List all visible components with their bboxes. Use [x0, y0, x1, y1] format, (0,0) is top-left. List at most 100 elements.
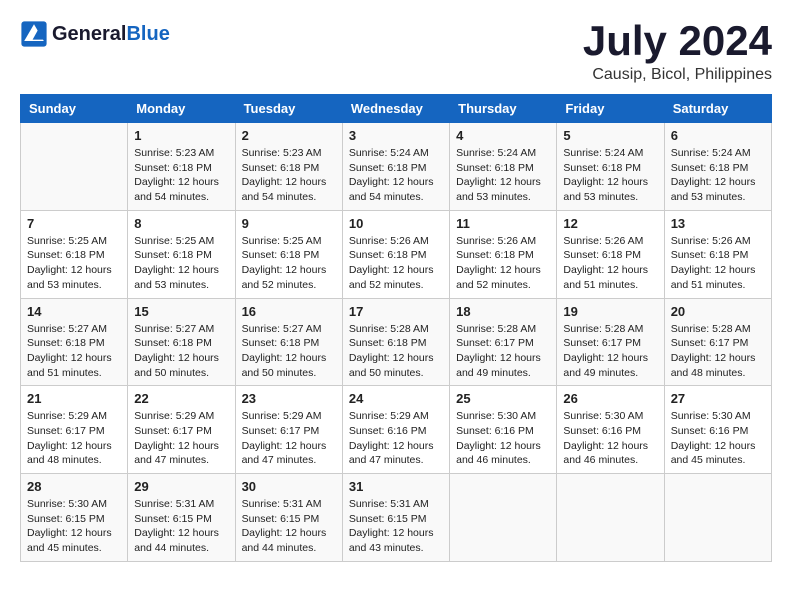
- calendar-cell: 23Sunrise: 5:29 AMSunset: 6:17 PMDayligh…: [235, 386, 342, 474]
- day-number: 20: [671, 304, 765, 319]
- day-info: Sunrise: 5:30 AMSunset: 6:16 PMDaylight:…: [563, 409, 657, 468]
- day-number: 25: [456, 391, 550, 406]
- day-info: Sunrise: 5:27 AMSunset: 6:18 PMDaylight:…: [27, 322, 121, 381]
- logo-line2: Blue: [126, 23, 169, 45]
- day-number: 12: [563, 216, 657, 231]
- day-info: Sunrise: 5:25 AMSunset: 6:18 PMDaylight:…: [242, 234, 336, 293]
- day-number: 26: [563, 391, 657, 406]
- calendar-cell: 30Sunrise: 5:31 AMSunset: 6:15 PMDayligh…: [235, 474, 342, 562]
- month-title: July 2024: [583, 20, 772, 62]
- day-info: Sunrise: 5:24 AMSunset: 6:18 PMDaylight:…: [456, 146, 550, 205]
- location: Causip, Bicol, Philippines: [583, 66, 772, 84]
- day-info: Sunrise: 5:23 AMSunset: 6:18 PMDaylight:…: [134, 146, 228, 205]
- calendar-cell: 16 Sunrise: 5:27 AMSunset: 6:18 PMDayligh…: [235, 298, 342, 386]
- day-info: Sunrise: 5:31 AMSunset: 6:15 PMDaylight:…: [134, 497, 228, 556]
- calendar-cell: 17 Sunrise: 5:28 AMSunset: 6:18 PMDayligh…: [342, 298, 449, 386]
- logo-text: GeneralBlue: [52, 23, 170, 45]
- day-info: Sunrise: 5:25 AMSunset: 6:18 PMDaylight:…: [27, 234, 121, 293]
- day-info: Sunrise: 5:26 AMSunset: 6:18 PMDaylight:…: [456, 234, 550, 293]
- logo: GeneralBlue: [20, 20, 170, 48]
- calendar-cell: 11 Sunrise: 5:26 AMSunset: 6:18 PMDayligh…: [450, 210, 557, 298]
- day-info: Sunrise: 5:30 AMSunset: 6:16 PMDaylight:…: [456, 409, 550, 468]
- day-info: Sunrise: 5:23 AMSunset: 6:18 PMDaylight:…: [242, 146, 336, 205]
- day-number: 31: [349, 479, 443, 494]
- day-number: 10: [349, 216, 443, 231]
- calendar-cell: 9Sunrise: 5:25 AMSunset: 6:18 PMDaylight…: [235, 210, 342, 298]
- weekday-header-thursday: Thursday: [450, 95, 557, 123]
- page-header: GeneralBlue July 2024 Causip, Bicol, Phi…: [20, 20, 772, 84]
- day-number: 1: [134, 128, 228, 143]
- day-info: Sunrise: 5:28 AMSunset: 6:18 PMDaylight:…: [349, 322, 443, 381]
- calendar-cell: 25 Sunrise: 5:30 AMSunset: 6:16 PMDayligh…: [450, 386, 557, 474]
- day-info: Sunrise: 5:30 AMSunset: 6:15 PMDaylight:…: [27, 497, 121, 556]
- calendar-cell: 1 Sunrise: 5:23 AMSunset: 6:18 PMDaylight…: [128, 123, 235, 211]
- calendar-cell: 29 Sunrise: 5:31 AMSunset: 6:15 PMDayligh…: [128, 474, 235, 562]
- calendar-cell: 28 Sunrise: 5:30 AMSunset: 6:15 PMDayligh…: [21, 474, 128, 562]
- day-number: 28: [27, 479, 121, 494]
- calendar-cell: 10 Sunrise: 5:26 AMSunset: 6:18 PMDayligh…: [342, 210, 449, 298]
- weekday-header-wednesday: Wednesday: [342, 95, 449, 123]
- calendar-cell: 4 Sunrise: 5:24 AMSunset: 6:18 PMDaylight…: [450, 123, 557, 211]
- weekday-header-saturday: Saturday: [664, 95, 771, 123]
- day-number: 16: [242, 304, 336, 319]
- calendar-cell: [664, 474, 771, 562]
- day-number: 15: [134, 304, 228, 319]
- day-info: Sunrise: 5:26 AMSunset: 6:18 PMDaylight:…: [563, 234, 657, 293]
- weekday-header-row: SundayMondayTuesdayWednesdayThursdayFrid…: [21, 95, 772, 123]
- weekday-header-monday: Monday: [128, 95, 235, 123]
- day-info: Sunrise: 5:27 AMSunset: 6:18 PMDaylight:…: [242, 322, 336, 381]
- calendar-week-row: 7 Sunrise: 5:25 AMSunset: 6:18 PMDaylight…: [21, 210, 772, 298]
- calendar-week-row: 1 Sunrise: 5:23 AMSunset: 6:18 PMDaylight…: [21, 123, 772, 211]
- calendar-cell: 19Sunrise: 5:28 AMSunset: 6:17 PMDayligh…: [557, 298, 664, 386]
- day-number: 23: [242, 391, 336, 406]
- day-number: 8: [134, 216, 228, 231]
- calendar-cell: 2 Sunrise: 5:23 AMSunset: 6:18 PMDaylight…: [235, 123, 342, 211]
- day-number: 11: [456, 216, 550, 231]
- calendar-cell: 27Sunrise: 5:30 AMSunset: 6:16 PMDayligh…: [664, 386, 771, 474]
- weekday-header-sunday: Sunday: [21, 95, 128, 123]
- day-number: 2: [242, 128, 336, 143]
- day-number: 4: [456, 128, 550, 143]
- day-info: Sunrise: 5:26 AMSunset: 6:18 PMDaylight:…: [349, 234, 443, 293]
- day-number: 17: [349, 304, 443, 319]
- calendar-cell: [557, 474, 664, 562]
- day-number: 19: [563, 304, 657, 319]
- day-number: 18: [456, 304, 550, 319]
- day-number: 14: [27, 304, 121, 319]
- calendar-cell: 20 Sunrise: 5:28 AMSunset: 6:17 PMDayligh…: [664, 298, 771, 386]
- calendar-cell: 6 Sunrise: 5:24 AMSunset: 6:18 PMDaylight…: [664, 123, 771, 211]
- day-info: Sunrise: 5:24 AMSunset: 6:18 PMDaylight:…: [349, 146, 443, 205]
- day-info: Sunrise: 5:25 AMSunset: 6:18 PMDaylight:…: [134, 234, 228, 293]
- day-number: 7: [27, 216, 121, 231]
- calendar-cell: [450, 474, 557, 562]
- day-number: 6: [671, 128, 765, 143]
- day-number: 29: [134, 479, 228, 494]
- day-info: Sunrise: 5:29 AMSunset: 6:16 PMDaylight:…: [349, 409, 443, 468]
- day-info: Sunrise: 5:29 AMSunset: 6:17 PMDaylight:…: [27, 409, 121, 468]
- calendar-cell: 31 Sunrise: 5:31 AMSunset: 6:15 PMDayligh…: [342, 474, 449, 562]
- calendar-cell: [21, 123, 128, 211]
- calendar-cell: 13Sunrise: 5:26 AMSunset: 6:18 PMDayligh…: [664, 210, 771, 298]
- calendar-table: SundayMondayTuesdayWednesdayThursdayFrid…: [20, 94, 772, 562]
- day-number: 5: [563, 128, 657, 143]
- calendar-cell: 3 Sunrise: 5:24 AMSunset: 6:18 PMDaylight…: [342, 123, 449, 211]
- day-number: 27: [671, 391, 765, 406]
- calendar-cell: 22Sunrise: 5:29 AMSunset: 6:17 PMDayligh…: [128, 386, 235, 474]
- day-info: Sunrise: 5:24 AMSunset: 6:18 PMDaylight:…: [671, 146, 765, 205]
- day-info: Sunrise: 5:31 AMSunset: 6:15 PMDaylight:…: [349, 497, 443, 556]
- day-info: Sunrise: 5:28 AMSunset: 6:17 PMDaylight:…: [456, 322, 550, 381]
- day-number: 22: [134, 391, 228, 406]
- day-info: Sunrise: 5:28 AMSunset: 6:17 PMDaylight:…: [671, 322, 765, 381]
- calendar-cell: 26 Sunrise: 5:30 AMSunset: 6:16 PMDayligh…: [557, 386, 664, 474]
- calendar-week-row: 28 Sunrise: 5:30 AMSunset: 6:15 PMDayligh…: [21, 474, 772, 562]
- day-info: Sunrise: 5:27 AMSunset: 6:18 PMDaylight:…: [134, 322, 228, 381]
- day-number: 24: [349, 391, 443, 406]
- calendar-cell: 24 Sunrise: 5:29 AMSunset: 6:16 PMDayligh…: [342, 386, 449, 474]
- calendar-cell: 7 Sunrise: 5:25 AMSunset: 6:18 PMDaylight…: [21, 210, 128, 298]
- calendar-cell: 5Sunrise: 5:24 AMSunset: 6:18 PMDaylight…: [557, 123, 664, 211]
- weekday-header-friday: Friday: [557, 95, 664, 123]
- day-number: 3: [349, 128, 443, 143]
- calendar-cell: 14 Sunrise: 5:27 AMSunset: 6:18 PMDayligh…: [21, 298, 128, 386]
- calendar-cell: 21 Sunrise: 5:29 AMSunset: 6:17 PMDayligh…: [21, 386, 128, 474]
- day-number: 21: [27, 391, 121, 406]
